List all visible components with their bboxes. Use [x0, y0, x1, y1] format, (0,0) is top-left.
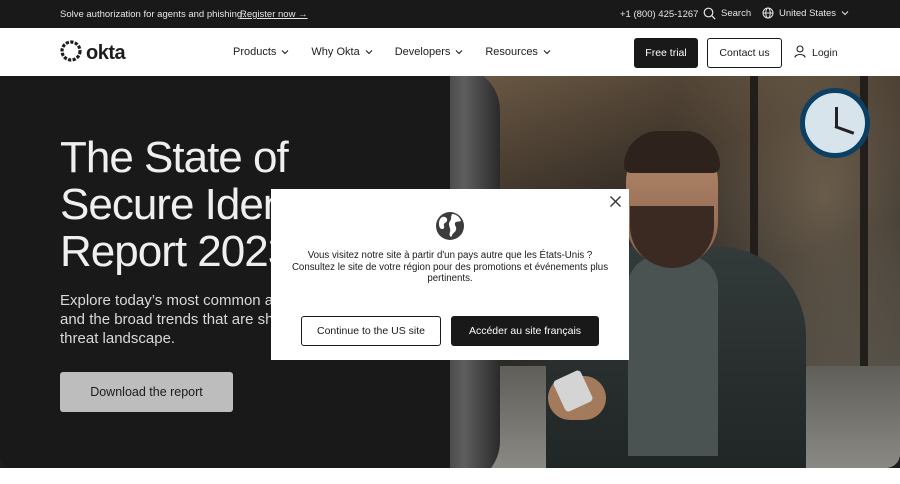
french-site-button[interactable]: Accéder au site français	[451, 316, 599, 346]
photo-man-hair	[624, 131, 720, 173]
nav-item-label: Why Okta	[311, 46, 360, 58]
globe-icon	[435, 211, 465, 246]
station-clock	[800, 88, 870, 158]
top-bar: Solve authorization for agents and phish…	[0, 0, 900, 28]
nav-item-label: Products	[233, 46, 277, 58]
download-report-button[interactable]: Download the report	[60, 372, 233, 412]
nav-item-label: Resources	[485, 46, 538, 58]
page-below-hero	[0, 468, 900, 484]
modal-message: Vous visitez notre site à partir d'un pa…	[291, 250, 609, 284]
nav-item-developers[interactable]: Developers	[395, 46, 464, 58]
logo-wordmark: okta	[86, 42, 126, 64]
chevron-down-icon	[543, 46, 551, 58]
nav-item-label: Developers	[394, 46, 451, 58]
okta-mark-icon	[60, 40, 82, 67]
globe-icon	[762, 7, 774, 19]
promo-text: Solve authorization for agents and phish…	[60, 9, 245, 20]
nav-item-why-okta[interactable]: Why Okta	[311, 46, 373, 58]
register-link[interactable]: Register now →	[240, 9, 308, 20]
contact-us-button[interactable]: Contact us	[707, 38, 782, 68]
search-label: Search	[721, 8, 752, 19]
nav-menu: Products Why Okta Developers Resources	[233, 46, 551, 58]
phone-number[interactable]: +1 (800) 425-1267	[620, 9, 698, 20]
chevron-down-icon	[841, 10, 849, 16]
continue-us-site-button[interactable]: Continue to the US site	[301, 316, 441, 346]
search-button[interactable]: Search	[703, 7, 751, 20]
chevron-down-icon	[455, 46, 463, 58]
nav-item-resources[interactable]: Resources	[485, 46, 551, 58]
clock-hour-hand	[835, 107, 838, 127]
main-nav: okta Products Why Okta Developers Resour…	[0, 28, 900, 76]
okta-logo[interactable]: okta	[60, 40, 126, 67]
user-icon	[794, 45, 806, 61]
region-label: United States	[779, 7, 837, 19]
nav-item-products[interactable]: Products	[233, 46, 289, 58]
login-label: Login	[812, 47, 838, 59]
region-modal: Vous visitez notre site à partir d'un pa…	[271, 189, 629, 360]
login-link[interactable]: Login	[794, 45, 838, 61]
region-selector[interactable]: United States	[762, 7, 849, 19]
chevron-down-icon	[281, 46, 289, 58]
photo-man-sweater	[628, 256, 718, 456]
close-icon[interactable]	[609, 195, 622, 213]
clock-minute-hand	[834, 125, 855, 135]
chevron-down-icon	[365, 46, 373, 58]
free-trial-button[interactable]: Free trial	[634, 38, 698, 68]
search-icon	[703, 7, 716, 20]
